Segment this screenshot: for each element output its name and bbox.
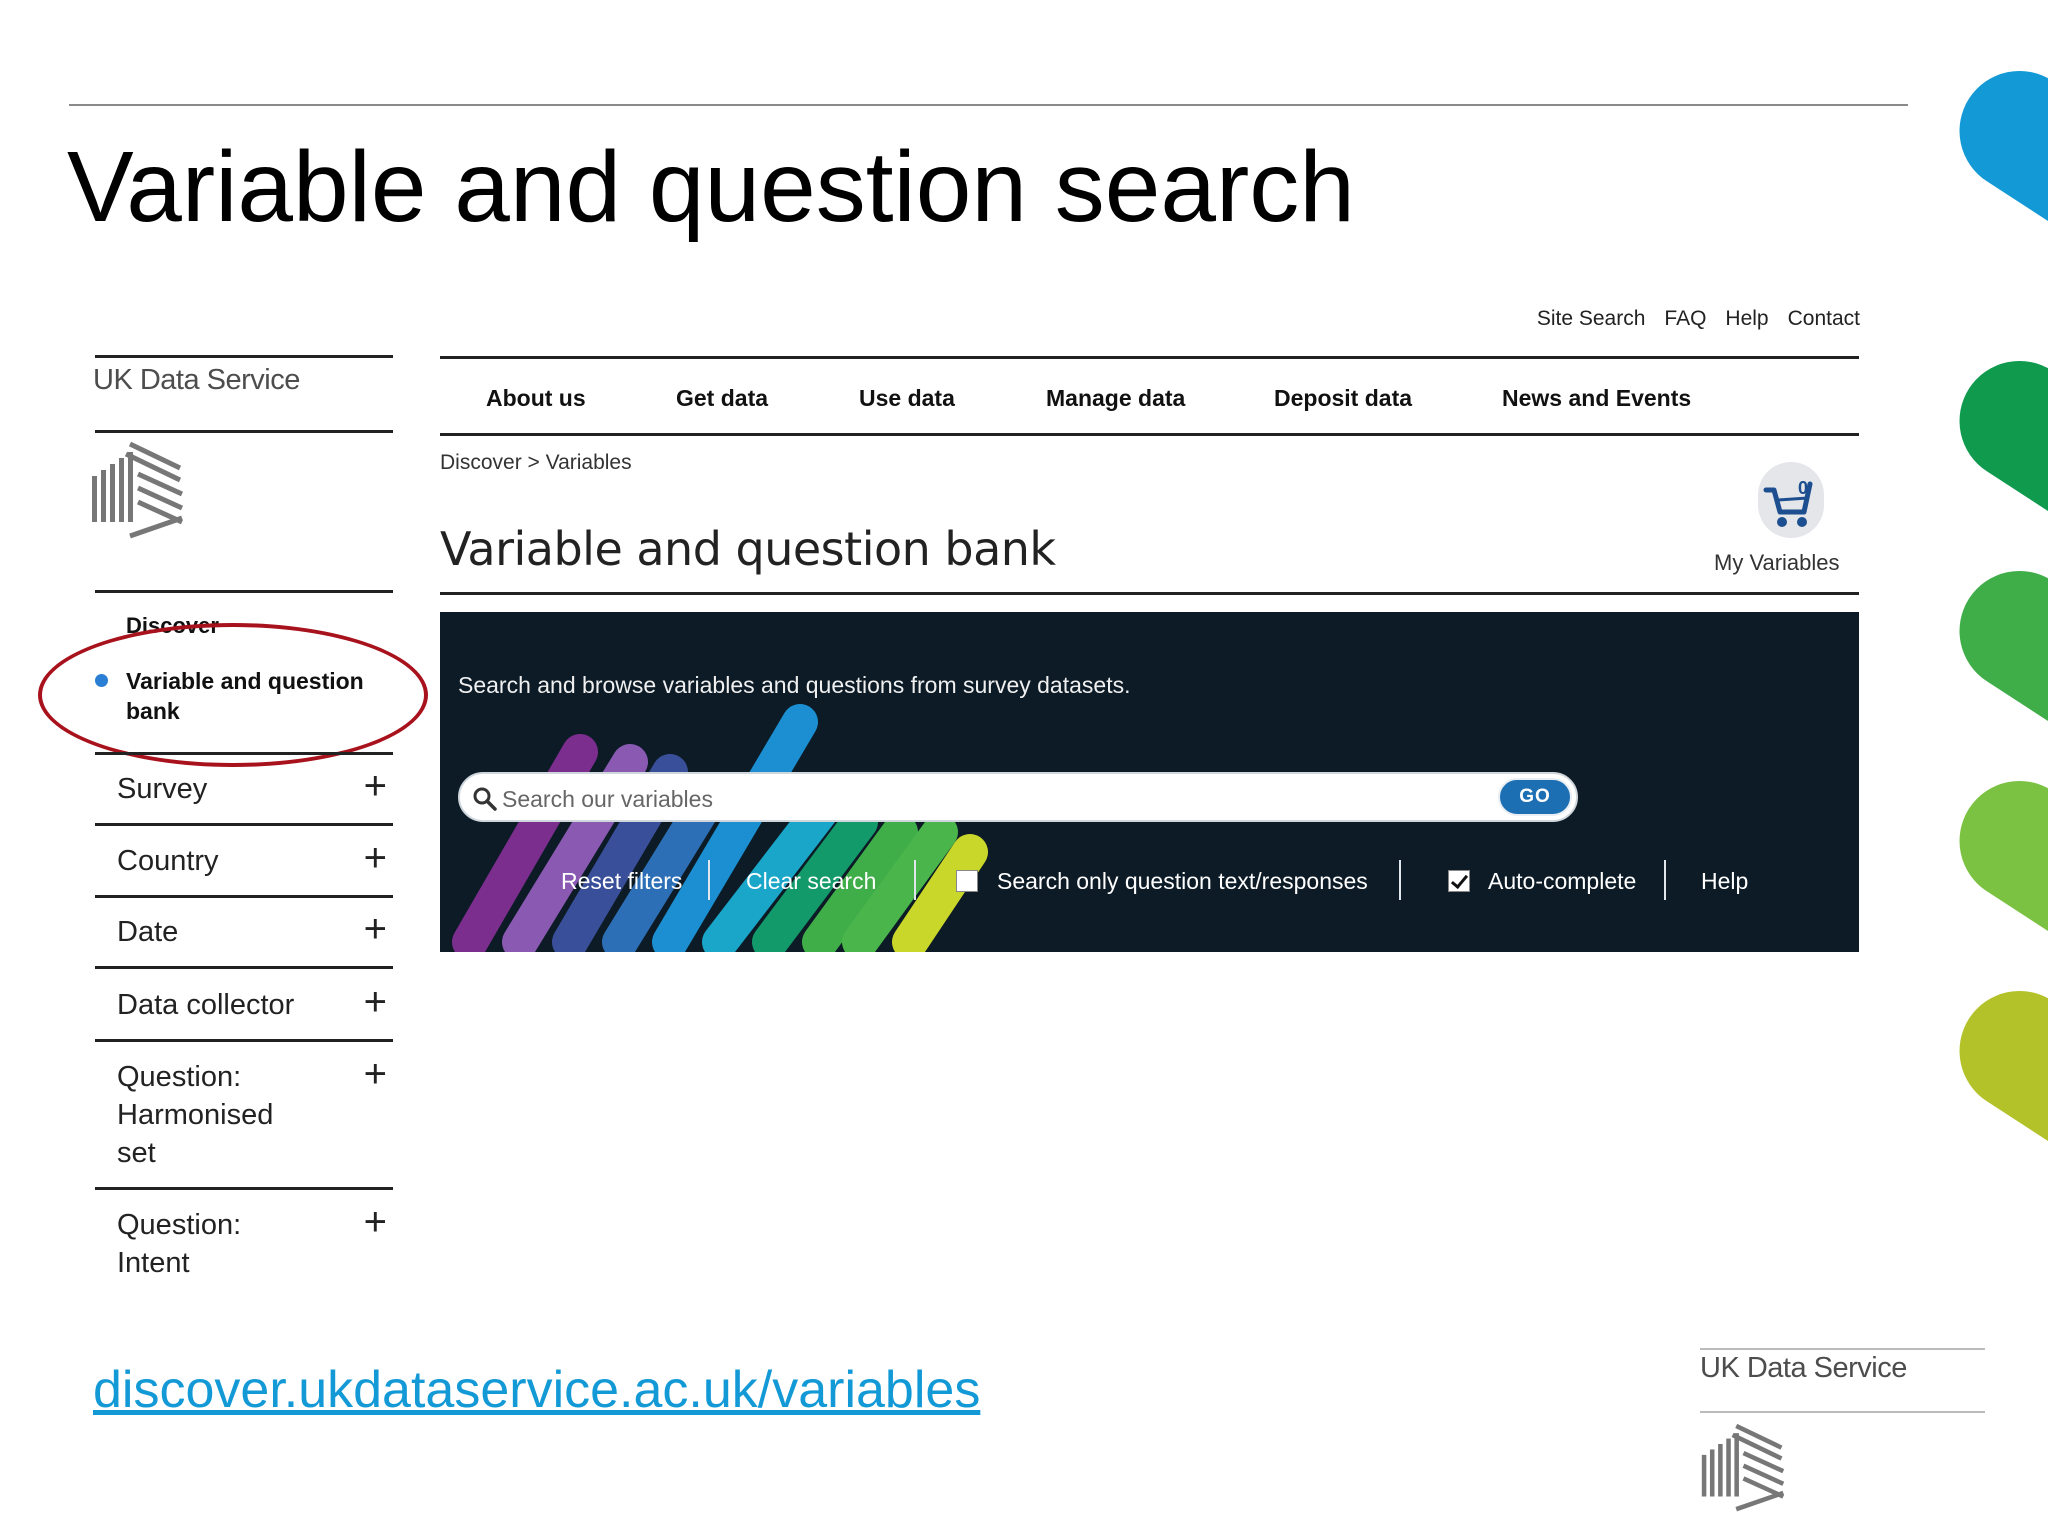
plus-icon[interactable]: + [364, 838, 387, 878]
footer-rule [1700, 1348, 1985, 1350]
facet-label: Date [117, 916, 179, 948]
faq-link[interactable]: FAQ [1664, 307, 1706, 331]
nav-use-data[interactable]: Use data [859, 385, 955, 412]
search-help-link[interactable]: Help [1701, 868, 1748, 895]
sidebar-rule [95, 966, 393, 969]
sidebar-rule [95, 1039, 393, 1042]
footer-logo-icon [1701, 1423, 1785, 1512]
plus-icon[interactable]: + [364, 982, 387, 1022]
search-bar: GO [458, 772, 1578, 822]
site-search-link[interactable]: Site Search [1537, 307, 1646, 331]
footer-brand: UK Data Service [1700, 1352, 1907, 1384]
autocomplete-checkbox[interactable] [1448, 870, 1470, 892]
sidebar-brand[interactable]: UK Data Service [93, 364, 300, 397]
search-icon [473, 787, 497, 811]
my-variables-button[interactable]: 0 [1758, 462, 1824, 538]
plus-icon[interactable]: + [364, 766, 387, 806]
question-only-checkbox[interactable] [956, 870, 978, 892]
sidebar-rule [95, 590, 393, 593]
cart-icon: 0 [1763, 478, 1813, 527]
help-link[interactable]: Help [1725, 307, 1768, 331]
search-input[interactable] [500, 780, 1444, 818]
facet-label: Data collector [117, 989, 295, 1021]
breadcrumb[interactable]: Discover > Variables [440, 451, 632, 475]
clear-search-link[interactable]: Clear search [746, 868, 876, 895]
heading-rule [440, 592, 1859, 595]
stripe-blue [1936, 47, 2048, 313]
main-nav: About us Get data Use data Manage data D… [440, 356, 1859, 436]
sidebar-rule [95, 355, 393, 358]
nav-deposit-data[interactable]: Deposit data [1274, 385, 1412, 412]
autocomplete-label: Auto-complete [1488, 868, 1637, 894]
sidebar-rule [95, 895, 393, 898]
sidebar-rule [95, 430, 393, 433]
facet-label: Survey [117, 773, 208, 805]
plus-icon[interactable]: + [364, 1054, 387, 1094]
nav-about-us[interactable]: About us [486, 385, 586, 412]
option-separator [708, 860, 710, 900]
my-variables-label[interactable]: My Variables [1714, 550, 1840, 576]
search-intro: Search and browse variables and question… [458, 672, 1131, 698]
option-separator [914, 860, 916, 900]
nav-manage-data[interactable]: Manage data [1046, 385, 1185, 412]
highlight-ring [38, 623, 428, 767]
uk-data-service-logo-icon [92, 441, 184, 539]
slide-top-rule [69, 104, 1908, 106]
reset-filters-link[interactable]: Reset filters [561, 868, 682, 895]
nav-get-data[interactable]: Get data [676, 385, 768, 412]
facet-label: Question: Harmonised set [117, 1061, 274, 1169]
slide-title: Variable and question search [67, 131, 1355, 243]
go-button[interactable]: GO [1498, 778, 1572, 816]
footer-rule [1700, 1411, 1985, 1413]
stripe-green [1936, 547, 2048, 813]
contact-link[interactable]: Contact [1788, 307, 1860, 331]
sidebar-rule [95, 752, 393, 755]
option-separator [1399, 860, 1401, 900]
sidebar-rule [95, 823, 393, 826]
utility-nav: Site Search FAQ Help Contact [1532, 307, 1860, 331]
search-panel: Search and browse variables and question… [440, 612, 1859, 952]
facet-label: Country [117, 845, 219, 877]
facet-label: Question: Intent [117, 1209, 242, 1279]
stripe-dark-green [1936, 337, 2048, 603]
page-heading: Variable and question bank [440, 522, 1056, 576]
plus-icon[interactable]: + [364, 909, 387, 949]
stripe-light-green [1936, 757, 2048, 1023]
stripe-lime [1936, 967, 2048, 1233]
nav-news-and-events[interactable]: News and Events [1502, 385, 1691, 412]
plus-icon[interactable]: + [364, 1202, 387, 1242]
sidebar-rule [95, 1187, 393, 1190]
cart-count: 0 [1798, 478, 1808, 498]
variables-url-link[interactable]: discover.ukdataservice.ac.uk/variables [93, 1360, 980, 1420]
option-separator [1664, 860, 1666, 900]
question-only-label: Search only question text/responses [997, 868, 1368, 894]
